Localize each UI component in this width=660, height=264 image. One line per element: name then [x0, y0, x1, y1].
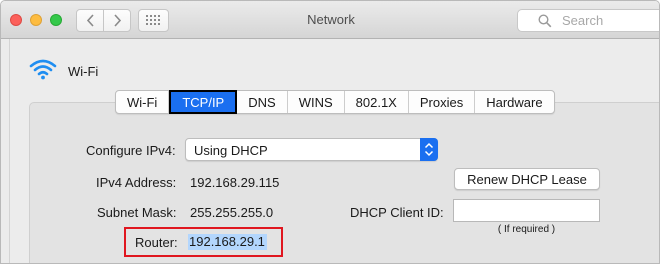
- tab-wins[interactable]: WINS: [288, 91, 345, 113]
- tab-bar: Wi-Fi TCP/IP DNS WINS 802.1X Proxies Har…: [115, 90, 555, 114]
- router-label: Router:: [135, 235, 178, 250]
- tab-tcpip[interactable]: TCP/IP: [169, 90, 238, 114]
- ipv4-address-label: IPv4 Address:: [96, 175, 177, 190]
- tab-wifi[interactable]: Wi-Fi: [116, 91, 170, 113]
- renew-dhcp-lease-button[interactable]: Renew DHCP Lease: [454, 168, 600, 190]
- tab-dns[interactable]: DNS: [237, 91, 288, 113]
- if-required-hint: ( If required ): [497, 224, 556, 235]
- interface-name: Wi-Fi: [68, 64, 99, 79]
- dhcp-client-id-label: DHCP Client ID:: [350, 205, 444, 220]
- tab-8021x[interactable]: 802.1X: [345, 91, 409, 113]
- configure-ipv4-label: Configure IPv4:: [86, 143, 176, 158]
- dhcp-client-id-field[interactable]: [453, 199, 600, 222]
- search-icon: [538, 14, 552, 28]
- configure-ipv4-popup[interactable]: Using DHCP: [185, 138, 438, 161]
- ipv4-address-value: 192.168.29.115: [190, 175, 280, 190]
- popup-arrows-icon: [420, 138, 438, 161]
- wifi-icon: [29, 59, 57, 80]
- search-box[interactable]: [517, 9, 659, 32]
- tab-hardware[interactable]: Hardware: [475, 91, 553, 113]
- subnet-mask-label: Subnet Mask:: [97, 205, 177, 220]
- tab-proxies[interactable]: Proxies: [409, 91, 476, 113]
- title-bar: Network: [1, 1, 659, 39]
- router-value[interactable]: 192.168.29.1: [188, 234, 267, 250]
- search-input[interactable]: [560, 10, 659, 31]
- network-window: Network Wi-Fi Wi-Fi TCP/IP DNS WINS 802.…: [0, 0, 660, 264]
- subnet-mask-value: 255.255.255.0: [190, 205, 274, 220]
- configure-ipv4-value: Using DHCP: [194, 143, 268, 158]
